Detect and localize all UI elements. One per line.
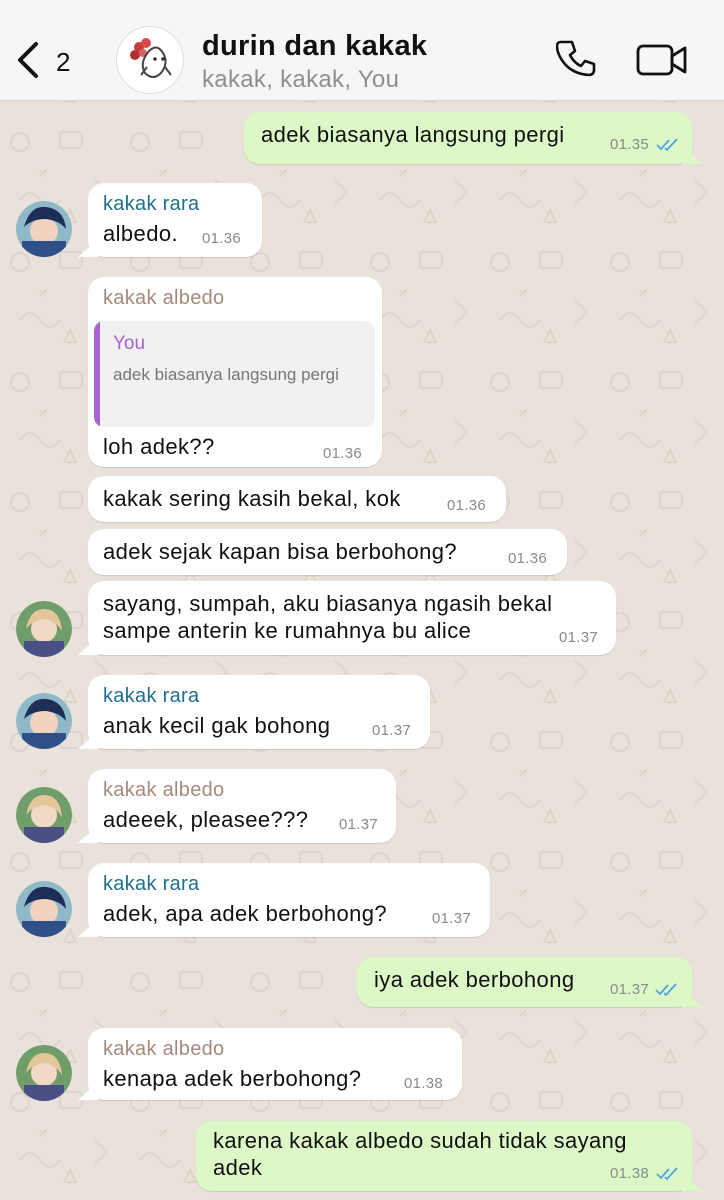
message-time: 01.37 — [372, 722, 412, 739]
sender-name: kakak albedo — [103, 287, 225, 309]
phone-icon — [555, 40, 596, 77]
chat-title[interactable]: durin dan kakak — [202, 30, 427, 63]
outgoing-message[interactable]: karena kakak albedo sudah tidak sayang a… — [196, 1121, 692, 1191]
message-text-line: karena kakak albedo sudah tidak sayang — [213, 1128, 627, 1153]
incoming-message[interactable]: sayang, sumpah, aku biasanya ngasih beka… — [88, 581, 616, 655]
incoming-message[interactable]: kakak sering kasih bekal, kok 01.36 — [88, 476, 506, 522]
message-time: 01.35 — [610, 136, 650, 153]
message-time: 01.37 — [339, 816, 379, 833]
message-text-line: sayang, sumpah, aku biasanya ngasih beka… — [103, 591, 553, 616]
message-text: kenapa adek berbohong? — [103, 1066, 362, 1091]
reply-text: adek biasanya langsung pergi — [113, 365, 339, 384]
incoming-message[interactable]: kakak albedo kenapa adek berbohong? 01.3… — [88, 1028, 462, 1100]
message-text: kakak sering kasih bekal, kok — [103, 486, 401, 511]
group-avatar[interactable] — [116, 26, 184, 94]
incoming-message[interactable]: kakak rara albedo. 01.36 — [88, 183, 262, 257]
sender-name: kakak albedo — [103, 1038, 225, 1060]
message-time: 01.36 — [447, 497, 487, 514]
message-text: iya adek berbohong — [374, 967, 575, 992]
sender-name: kakak rara — [103, 873, 200, 895]
video-camera-icon — [636, 44, 687, 76]
message-time: 01.37 — [559, 629, 599, 646]
avatar-albedo[interactable] — [16, 601, 72, 657]
avatar-rara[interactable] — [16, 881, 72, 937]
avatar-albedo[interactable] — [16, 1045, 72, 1101]
sender-name: kakak rara — [103, 685, 200, 707]
double-check-icon — [655, 983, 677, 997]
message-time: 01.36 — [202, 230, 242, 247]
incoming-message[interactable]: kakak rara adek, apa adek berbohong? 01.… — [88, 863, 490, 937]
avatar-rara[interactable] — [16, 693, 72, 749]
incoming-message[interactable]: adek sejak kapan bisa berbohong? 01.36 — [88, 529, 567, 575]
outgoing-message[interactable]: adek biasanya langsung pergi 01.35 — [244, 112, 692, 164]
message-time: 01.36 — [323, 445, 363, 462]
quoted-reply[interactable]: You adek biasanya langsung pergi — [94, 321, 375, 427]
message-time: 01.37 — [432, 910, 472, 927]
incoming-message[interactable]: kakak rara anak kecil gak bohong 01.37 — [88, 675, 430, 749]
double-check-icon — [656, 138, 678, 152]
incoming-message[interactable]: kakak albedo adeeek, pleasee??? 01.37 — [88, 769, 396, 843]
message-text: anak kecil gak bohong — [103, 713, 331, 738]
message-text: adek biasanya langsung pergi — [261, 122, 565, 147]
message-text-line: sampe anterin ke rumahnya bu alice — [103, 618, 472, 643]
reply-sender: You — [113, 333, 146, 354]
unread-count[interactable]: 2 — [56, 47, 70, 78]
back-button[interactable] — [14, 40, 44, 85]
sender-name: kakak rara — [103, 193, 200, 215]
message-time: 01.38 — [610, 1165, 650, 1182]
sender-name: kakak albedo — [103, 779, 225, 801]
avatar-albedo[interactable] — [16, 787, 72, 843]
video-call-button[interactable] — [636, 42, 688, 83]
message-text: loh adek?? — [103, 434, 215, 459]
avatar-rara[interactable] — [16, 201, 72, 257]
chevron-left-icon — [18, 42, 38, 78]
message-text: adeeek, pleasee??? — [103, 807, 309, 832]
incoming-message[interactable]: kakak albedo You adek biasanya langsung … — [88, 277, 382, 467]
chat-header: 2 durin dan kakak kakak, kakak, You — [0, 0, 724, 101]
chat-participants[interactable]: kakak, kakak, You — [202, 66, 399, 94]
double-check-icon — [656, 1167, 678, 1181]
message-text-line: adek — [213, 1155, 263, 1180]
message-time: 01.36 — [508, 550, 548, 567]
message-text: adek sejak kapan bisa berbohong? — [103, 539, 458, 564]
message-time: 01.37 — [610, 981, 650, 998]
message-text: adek, apa adek berbohong? — [103, 901, 388, 926]
voice-call-button[interactable] — [555, 38, 598, 85]
message-text: albedo. — [103, 221, 178, 246]
outgoing-message[interactable]: iya adek berbohong 01.37 — [357, 957, 692, 1007]
reply-accent-bar — [94, 321, 100, 427]
message-time: 01.38 — [404, 1075, 444, 1092]
